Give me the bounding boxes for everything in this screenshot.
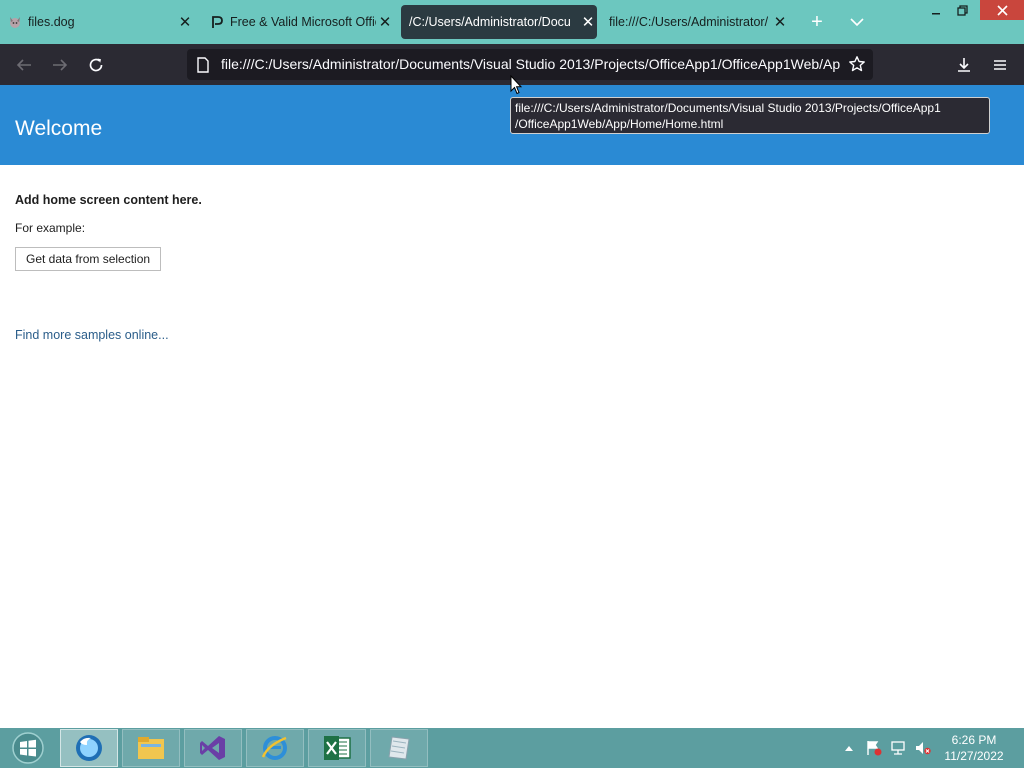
bookmark-star-icon[interactable] — [847, 54, 867, 74]
p-logo-icon — [210, 15, 224, 29]
taskbar-firefox-icon[interactable] — [60, 729, 118, 767]
taskbar-visual-studio-icon[interactable] — [184, 729, 242, 767]
tooltip-line: /OfficeApp1Web/App/Home/Home.html — [515, 117, 724, 131]
taskbar-excel-icon[interactable] — [308, 729, 366, 767]
action-center-flag-icon[interactable] — [866, 728, 882, 768]
tab-strip: files.dog ✕ Free & Valid Microsoft Offic… — [0, 0, 1024, 44]
clock-time: 6:26 PM — [951, 733, 997, 747]
tab-label: files.dog — [28, 15, 75, 29]
content-heading: Add home screen content here. — [15, 193, 202, 207]
downloads-icon[interactable] — [951, 52, 977, 78]
windows-taskbar: 6:26 PM 11/27/2022 — [0, 728, 1024, 768]
show-hidden-icons-arrow-icon[interactable] — [844, 728, 854, 768]
close-tab-icon[interactable]: ✕ — [771, 13, 789, 31]
close-window-icon[interactable] — [980, 0, 1024, 20]
system-clock[interactable]: 6:26 PM 11/27/2022 — [936, 732, 1012, 764]
tooltip-line: file:///C:/Users/Administrator/Documents… — [515, 101, 941, 115]
tab-home-active[interactable]: /C:/Users/Administrator/Docu ✕ — [401, 5, 597, 39]
tab-label: file:///C:/Users/Administrator/ — [609, 15, 769, 29]
clock-date: 11/27/2022 — [944, 749, 1004, 763]
forward-arrow-icon[interactable] — [47, 52, 73, 78]
tab-label: /C:/Users/Administrator/Docu — [409, 15, 571, 29]
find-more-samples-link[interactable]: Find more samples online... — [15, 328, 169, 342]
minimize-window-icon[interactable] — [926, 0, 946, 20]
tab-label: Free & Valid Microsoft Offic — [230, 15, 376, 29]
mouse-cursor-icon — [510, 74, 523, 95]
example-label: For example: — [15, 221, 86, 235]
url-tooltip: file:///C:/Users/Administrator/Documents… — [510, 97, 990, 134]
url-text[interactable]: file:///C:/Users/Administrator/Documents… — [221, 56, 841, 72]
reload-icon[interactable] — [83, 52, 109, 78]
new-tab-plus-icon[interactable]: + — [806, 11, 828, 33]
taskbar-file-explorer-icon[interactable] — [122, 729, 180, 767]
taskbar-internet-explorer-icon[interactable] — [246, 729, 304, 767]
tab-files-dog[interactable]: files.dog ✕ — [8, 5, 194, 39]
page-title: Welcome — [15, 117, 103, 140]
close-tab-icon[interactable]: ✕ — [176, 13, 194, 31]
volume-muted-icon[interactable] — [914, 728, 932, 768]
restore-window-icon[interactable] — [952, 0, 972, 20]
network-icon[interactable] — [890, 728, 906, 768]
hamburger-menu-icon[interactable] — [987, 52, 1013, 78]
page-document-icon — [196, 57, 210, 73]
address-bar[interactable]: file:///C:/Users/Administrator/Documents… — [187, 49, 873, 80]
list-all-tabs-chevron-icon[interactable] — [846, 11, 868, 33]
close-tab-icon[interactable]: ✕ — [376, 13, 394, 31]
close-tab-icon[interactable]: ✕ — [579, 13, 597, 31]
main-content: Add home screen content here. For exampl… — [15, 193, 202, 271]
tab-file-administrator[interactable]: file:///C:/Users/Administrator/ ✕ — [609, 5, 789, 39]
dog-favicon-icon — [8, 15, 22, 29]
tab-free-valid-office[interactable]: Free & Valid Microsoft Offic ✕ — [210, 5, 394, 39]
taskbar-app-paper-icon[interactable] — [370, 729, 428, 767]
get-data-from-selection-button[interactable]: Get data from selection — [15, 247, 162, 271]
back-arrow-icon[interactable] — [11, 52, 37, 78]
windows-start-button-icon[interactable] — [6, 730, 50, 766]
